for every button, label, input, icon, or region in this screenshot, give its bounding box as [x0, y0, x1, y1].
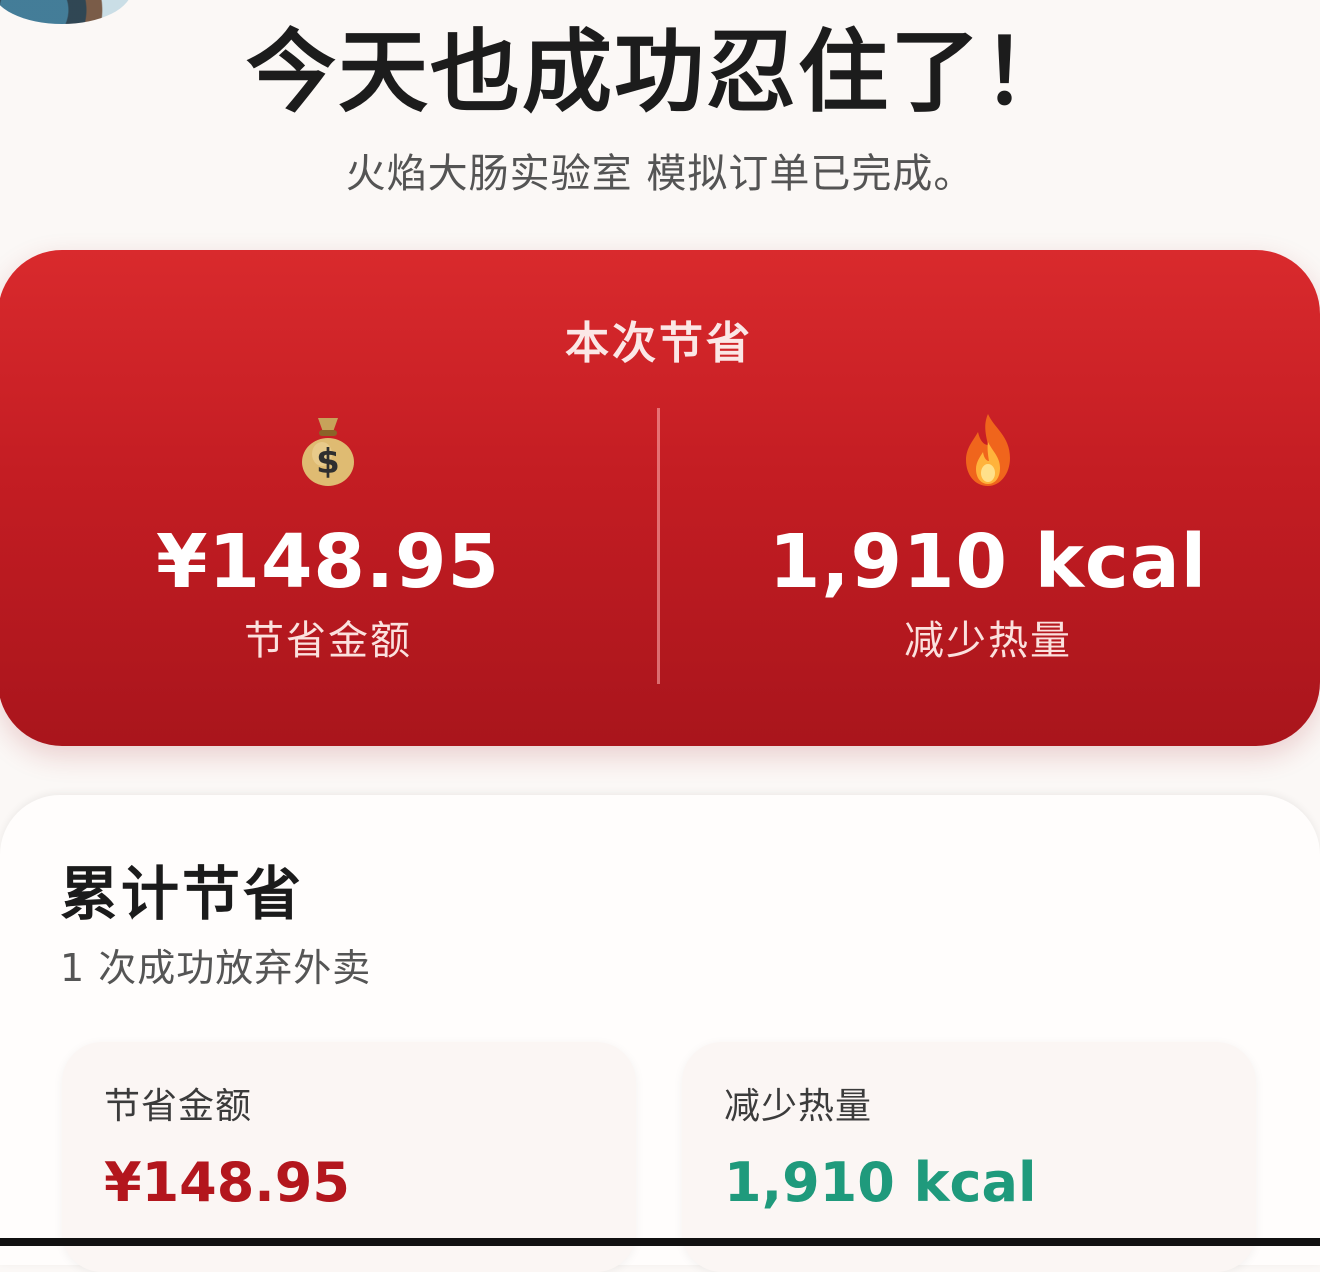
current-money-label: 节省金额 — [244, 618, 412, 664]
page-title: 今天也成功忍住了！ — [246, 20, 1074, 125]
current-savings-title: 本次节省 — [565, 318, 753, 369]
bottom-edge-bar — [0, 1238, 1320, 1246]
cumulative-savings-card: 累计节省 1 次成功放弃外卖 节省金额 ¥148.95 减少热量 1,910 k… — [0, 795, 1320, 1272]
svg-text:$: $ — [316, 442, 340, 482]
current-savings-card: 本次节省 $ ¥148.95 节省金额 1,910 kcal 减少热量 — [0, 250, 1320, 746]
page-subtitle: 火焰大肠实验室 模拟订单已完成。 — [345, 151, 975, 197]
money-bag-icon: $ — [302, 418, 354, 486]
current-money-stat: $ ¥148.95 节省金额 — [0, 410, 658, 666]
current-calories-stat: 1,910 kcal 减少热量 — [658, 410, 1318, 666]
current-money-value: ¥148.95 — [155, 519, 501, 605]
cumulative-title: 累计节省 — [60, 860, 305, 928]
cumulative-money-value: ¥148.95 — [104, 1151, 350, 1214]
cumulative-calories-value: 1,910 kcal — [724, 1151, 1037, 1214]
current-calories-label: 减少热量 — [904, 618, 1072, 664]
cumulative-money-label: 节省金额 — [104, 1086, 253, 1127]
cumulative-calories-label: 减少热量 — [724, 1086, 873, 1127]
cumulative-subtitle: 1 次成功放弃外卖 — [60, 946, 372, 990]
current-calories-value: 1,910 kcal — [768, 519, 1208, 605]
fire-icon — [966, 414, 1010, 486]
